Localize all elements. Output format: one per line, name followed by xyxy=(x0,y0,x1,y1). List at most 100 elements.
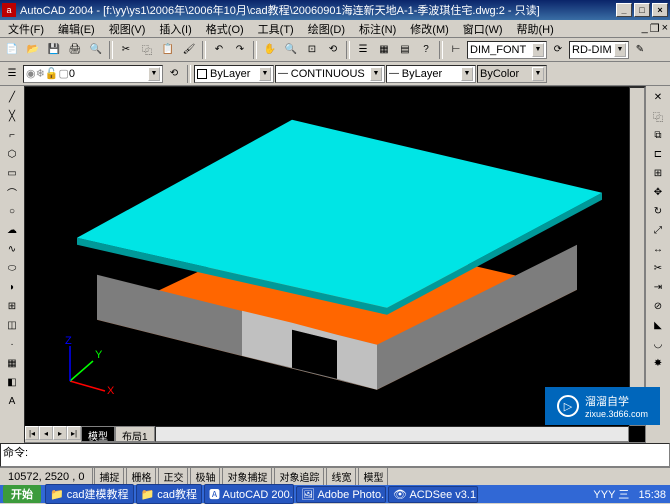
vertical-scrollbar[interactable] xyxy=(629,87,645,426)
layer-prev-icon[interactable]: ⟲ xyxy=(164,64,184,84)
model-space[interactable]: X Y Z xyxy=(25,87,629,426)
tab-last-icon[interactable]: ▸| xyxy=(67,426,81,440)
color-combo[interactable]: ByLayer ▼ xyxy=(194,65,274,83)
dim-edit-icon[interactable]: ✎ xyxy=(630,40,650,60)
tab-prev-icon[interactable]: ◂ xyxy=(39,426,53,440)
new-file-icon[interactable]: 📄 xyxy=(2,40,22,60)
doc-minimize-button[interactable]: _ xyxy=(642,22,648,35)
match-icon[interactable]: 🖌 xyxy=(179,40,199,60)
menu-draw[interactable]: 绘图(D) xyxy=(302,20,351,38)
menu-view[interactable]: 视图(V) xyxy=(103,20,152,38)
help-icon[interactable]: ? xyxy=(416,40,436,60)
model-tab[interactable]: 模型 xyxy=(81,426,115,442)
menu-file[interactable]: 文件(F) xyxy=(2,20,50,38)
doc-restore-button[interactable]: ❐ xyxy=(650,22,660,35)
copy-obj-icon[interactable]: ⿻ xyxy=(648,107,668,126)
xline-icon[interactable]: ╳ xyxy=(2,107,22,126)
rectangle-icon[interactable]: ▭ xyxy=(2,164,22,183)
fillet-icon[interactable]: ◡ xyxy=(648,335,668,354)
region-icon[interactable]: ◧ xyxy=(2,373,22,392)
menu-insert[interactable]: 插入(I) xyxy=(153,20,197,38)
array-icon[interactable]: ⊞ xyxy=(648,164,668,183)
insert-block-icon[interactable]: ⊞ xyxy=(2,297,22,316)
chamfer-icon[interactable]: ◣ xyxy=(648,316,668,335)
menu-window[interactable]: 窗口(W) xyxy=(457,20,509,38)
layout-tab[interactable]: 布局1 xyxy=(115,426,155,442)
menu-tools[interactable]: 工具(T) xyxy=(252,20,300,38)
ellipse-icon[interactable]: ⬭ xyxy=(2,259,22,278)
tab-first-icon[interactable]: |◂ xyxy=(25,426,39,440)
print-icon[interactable]: 🖨 xyxy=(65,40,85,60)
zoom-realtime-icon[interactable]: 🔍 xyxy=(281,40,301,60)
properties-icon[interactable]: ☰ xyxy=(353,40,373,60)
taskbar-item[interactable]: 📁 cad建模教程 xyxy=(45,484,134,504)
pan-icon[interactable]: ✋ xyxy=(260,40,280,60)
coordinate-readout[interactable]: 10572, 2520 , 0 xyxy=(0,468,93,485)
text-icon[interactable]: A xyxy=(2,392,22,411)
dim-update-icon[interactable]: ⟳ xyxy=(548,40,568,60)
spline-icon[interactable]: ∿ xyxy=(2,240,22,259)
preview-icon[interactable]: 🔍 xyxy=(86,40,106,60)
redo-icon[interactable]: ↷ xyxy=(230,40,250,60)
scale-icon[interactable]: ⤢ xyxy=(648,221,668,240)
point-icon[interactable]: · xyxy=(2,335,22,354)
menu-dim[interactable]: 标注(N) xyxy=(353,20,402,38)
lwt-toggle[interactable]: 线宽 xyxy=(326,467,356,486)
close-button[interactable]: × xyxy=(652,3,668,17)
circle-icon[interactable]: ○ xyxy=(2,202,22,221)
move-icon[interactable]: ✥ xyxy=(648,183,668,202)
linetype-combo[interactable]: — CONTINUOUS ▼ xyxy=(275,65,385,83)
lineweight-combo[interactable]: — ByLayer ▼ xyxy=(386,65,476,83)
paste-icon[interactable]: 📋 xyxy=(158,40,178,60)
ellipse-arc-icon[interactable]: ◗ xyxy=(2,278,22,297)
doc-close-button[interactable]: × xyxy=(662,22,668,35)
plotstyle-combo[interactable]: ByColor ▼ xyxy=(477,65,547,83)
break-icon[interactable]: ⊘ xyxy=(648,297,668,316)
layer-combo[interactable]: ◉❄🔓▢ 0 ▼ xyxy=(23,65,163,83)
hatch-icon[interactable]: ▦ xyxy=(2,354,22,373)
offset-icon[interactable]: ⊏ xyxy=(648,145,668,164)
model-toggle[interactable]: 模型 xyxy=(358,467,388,486)
command-window[interactable]: 命令: xyxy=(0,443,670,467)
open-icon[interactable]: 📂 xyxy=(23,40,43,60)
stretch-icon[interactable]: ↔ xyxy=(648,240,668,259)
tab-next-icon[interactable]: ▸ xyxy=(53,426,67,440)
taskbar-item[interactable]: 🅰 AutoCAD 200... xyxy=(204,484,294,504)
taskbar-item[interactable]: 🖼 Adobe Photo... xyxy=(296,486,386,503)
start-button[interactable]: 开始 xyxy=(3,485,41,503)
revcloud-icon[interactable]: ☁ xyxy=(2,221,22,240)
polygon-icon[interactable]: ⬡ xyxy=(2,145,22,164)
rotate-icon[interactable]: ↻ xyxy=(648,202,668,221)
menu-help[interactable]: 帮助(H) xyxy=(511,20,560,38)
zoom-prev-icon[interactable]: ⟲ xyxy=(323,40,343,60)
horizontal-scrollbar[interactable] xyxy=(155,426,629,442)
dim-linear-icon[interactable]: ⊢ xyxy=(446,40,466,60)
explode-icon[interactable]: ✸ xyxy=(648,354,668,373)
extend-icon[interactable]: ⇥ xyxy=(648,278,668,297)
line-icon[interactable]: ╱ xyxy=(2,88,22,107)
copy-icon[interactable]: ⿻ xyxy=(137,40,157,60)
pline-icon[interactable]: ⌐ xyxy=(2,126,22,145)
mirror-icon[interactable]: ⧉ xyxy=(648,126,668,145)
layer-manager-icon[interactable]: ☰ xyxy=(2,64,22,84)
dimstyle-combo[interactable]: DIM_FONT ▼ xyxy=(467,41,547,59)
trim-icon[interactable]: ✂ xyxy=(648,259,668,278)
zoom-window-icon[interactable]: ⊡ xyxy=(302,40,322,60)
undo-icon[interactable]: ↶ xyxy=(209,40,229,60)
maximize-button[interactable]: □ xyxy=(634,3,650,17)
menu-format[interactable]: 格式(O) xyxy=(200,20,250,38)
save-icon[interactable]: 💾 xyxy=(44,40,64,60)
menu-edit[interactable]: 编辑(E) xyxy=(52,20,101,38)
cut-icon[interactable]: ✂ xyxy=(116,40,136,60)
arc-icon[interactable]: ⌒ xyxy=(2,183,22,202)
minimize-button[interactable]: _ xyxy=(616,3,632,17)
erase-icon[interactable]: ✕ xyxy=(648,88,668,107)
menu-modify[interactable]: 修改(M) xyxy=(404,20,455,38)
designcenter-icon[interactable]: ▦ xyxy=(374,40,394,60)
taskbar-item[interactable]: 👁 ACDSee v3.1... xyxy=(388,486,478,503)
taskbar-item[interactable]: 📁 cad教程 xyxy=(136,484,203,504)
make-block-icon[interactable]: ◫ xyxy=(2,316,22,335)
toolpalettes-icon[interactable]: ▤ xyxy=(395,40,415,60)
system-tray[interactable]: YYY 三 15:38 xyxy=(589,486,670,502)
dimscale-combo[interactable]: RD-DIM ▼ xyxy=(569,41,629,59)
